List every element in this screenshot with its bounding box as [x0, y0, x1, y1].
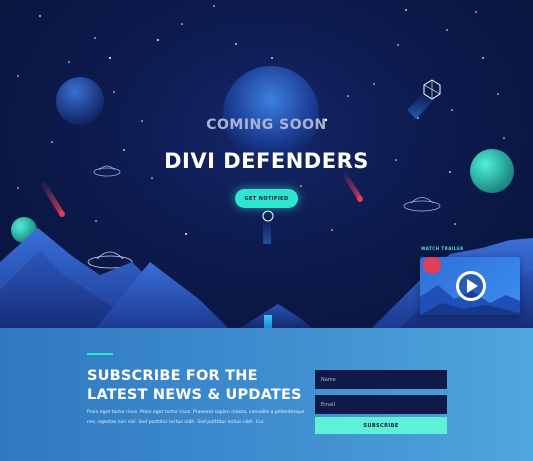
mountain-small — [240, 304, 312, 328]
get-notified-button[interactable]: GET NOTIFIED — [235, 189, 298, 208]
coming-soon-label: COMING SOON — [206, 117, 327, 133]
play-button[interactable] — [456, 271, 486, 301]
trailer-video-card[interactable] — [420, 257, 520, 315]
watch-trailer-label: WATCH TRAILER — [421, 246, 464, 251]
ufo-right — [403, 197, 441, 212]
email-field[interactable]: Email — [315, 395, 447, 414]
comet-right — [407, 79, 441, 119]
red-meteor-right — [342, 172, 362, 200]
accent-pipe — [264, 315, 272, 328]
subscribe-heading: SUBSCRIBE FOR THE LATEST NEWS & UPDATES — [87, 367, 307, 405]
subscribe-section: SUBSCRIBE FOR THE LATEST NEWS & UPDATES … — [0, 328, 533, 461]
big-planet — [223, 66, 319, 162]
subscribe-heading-line1: SUBSCRIBE FOR THE — [87, 368, 258, 384]
subscribe-button[interactable]: SUBSCRIBE — [315, 417, 447, 434]
comet-center — [262, 210, 274, 244]
hero-title: DIVI DEFENDERS — [164, 149, 369, 173]
play-icon — [467, 279, 478, 293]
name-field[interactable]: Name — [315, 370, 447, 389]
subscribe-heading-line2: LATEST NEWS & UPDATES — [87, 387, 302, 403]
subscribe-body-text: Proin eget tortor risus. Proin eget tort… — [87, 410, 305, 425]
accent-divider — [87, 353, 113, 355]
hero-section: COMING SOON DIVI DEFENDERS GET NOTIFIED … — [0, 0, 533, 328]
red-meteor-left — [40, 180, 64, 216]
